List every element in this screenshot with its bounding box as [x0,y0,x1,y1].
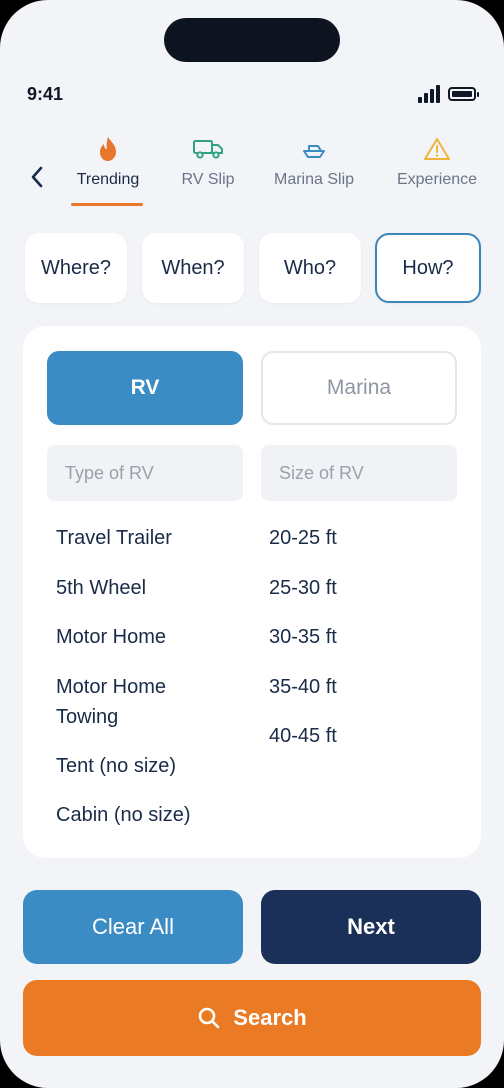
battery-icon [448,87,479,101]
tab-trending[interactable]: Trending [73,132,143,189]
truck-icon [180,132,236,166]
back-chevron-icon[interactable] [28,164,48,190]
tab-experience[interactable]: Experience [394,132,480,189]
rv-size-option[interactable]: 40-45 ft [269,721,337,751]
step-how-button[interactable]: How? [375,233,481,303]
flame-icon [73,132,143,166]
warning-icon [394,132,480,166]
rv-type-option[interactable]: Tent (no size) [56,751,246,781]
rv-type-option[interactable]: Cabin (no size) [56,800,246,830]
rv-size-option[interactable]: 30-35 ft [269,622,337,652]
tab-rv-slip[interactable]: RV Slip [180,132,236,189]
clear-all-button[interactable]: Clear All [23,890,243,964]
rv-size-option[interactable]: 25-30 ft [269,573,337,603]
rv-type-option[interactable]: Motor Home Towing [56,672,206,732]
boat-icon [272,132,356,166]
tab-label: Marina Slip [273,171,355,188]
step-when-button[interactable]: When? [142,233,244,303]
dynamic-island [164,18,340,62]
type-of-rv-field[interactable]: Type of RV [47,445,243,501]
rv-type-option[interactable]: Travel Trailer [56,523,246,553]
tab-label: Trending [76,171,140,188]
step-where-button[interactable]: Where? [25,233,127,303]
rv-size-list: 20-25 ft 25-30 ft 30-35 ft 35-40 ft 40-4… [269,523,337,771]
tab-label: RV Slip [181,171,235,188]
rv-type-option[interactable]: 5th Wheel [56,573,246,603]
rv-size-option[interactable]: 20-25 ft [269,523,337,553]
search-label: Search [233,1005,307,1030]
status-time: 9:41 [27,84,64,104]
how-card: RV Marina Type of RV Size of RV Travel T… [23,326,481,858]
tab-label: Experience [396,171,478,188]
search-icon [197,1006,221,1030]
rv-size-option[interactable]: 35-40 ft [269,672,337,702]
rv-type-option[interactable]: Motor Home [56,622,246,652]
size-of-rv-field[interactable]: Size of RV [261,445,457,501]
step-who-button[interactable]: Who? [259,233,361,303]
phone-screen: 9:41 Trending RV Slip Marina Slip Experi… [0,0,504,1088]
next-button[interactable]: Next [261,890,481,964]
tab-marina-slip[interactable]: Marina Slip [272,132,356,189]
active-tab-indicator [71,203,143,206]
marina-segment-button[interactable]: Marina [261,351,457,425]
status-icons [418,85,479,103]
rv-type-list: Travel Trailer 5th Wheel Motor Home Moto… [56,523,246,850]
search-button[interactable]: Search [23,980,481,1056]
rv-segment-button[interactable]: RV [47,351,243,425]
signal-icon [418,85,440,103]
